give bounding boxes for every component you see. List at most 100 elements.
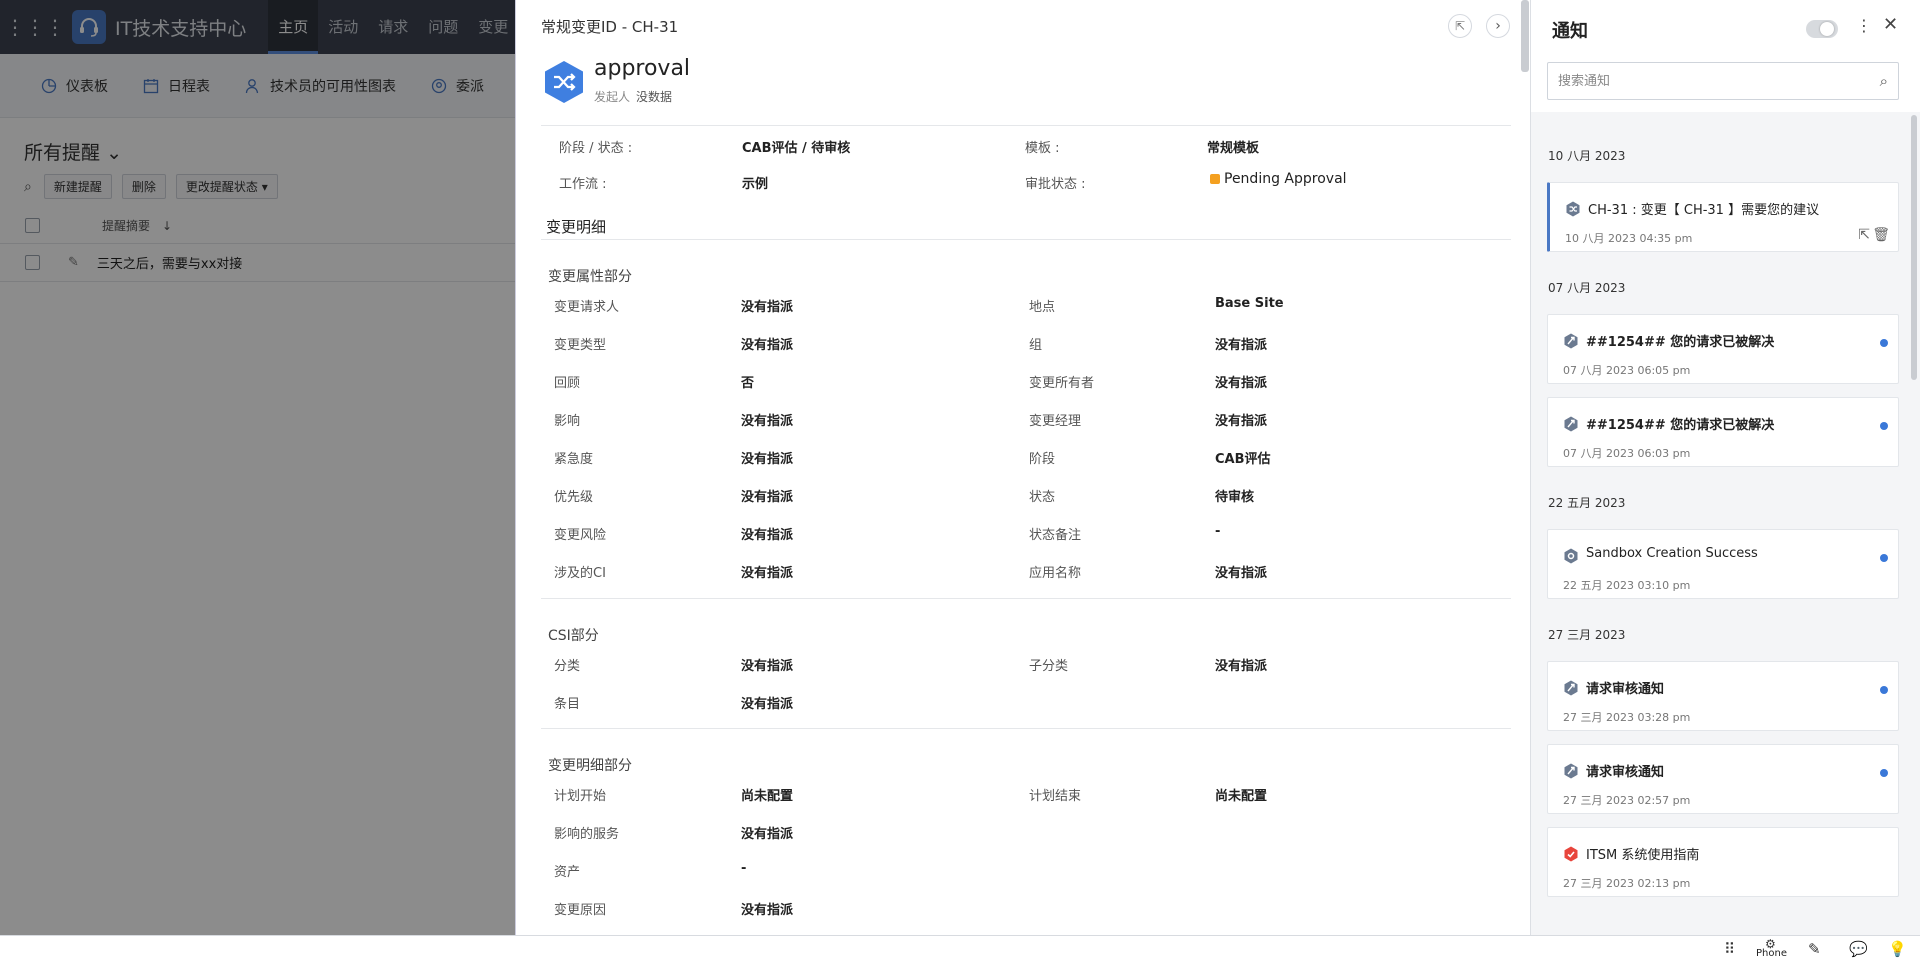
field-label: 状态备注 bbox=[1029, 528, 1082, 543]
change-shuffle-icon bbox=[545, 61, 583, 103]
notification-title[interactable]: CH-31 : 变更【 CH-31 】需要您的建议 bbox=[1588, 199, 1819, 218]
field-label: 条目 bbox=[554, 697, 581, 712]
search-icon[interactable]: ⌕ bbox=[1880, 72, 1888, 90]
notification-search: ⌕ bbox=[1547, 62, 1899, 100]
detail-section-title: 变更明细部分 bbox=[548, 758, 632, 774]
change-icon bbox=[1565, 201, 1581, 217]
requester-label: 发起人 bbox=[594, 90, 631, 104]
workflow-value[interactable]: 示例 bbox=[742, 173, 768, 192]
field-label: 分类 bbox=[554, 659, 581, 674]
open-in-new-window-icon[interactable]: ⇱ bbox=[1858, 227, 1870, 243]
notification-title: 通知 bbox=[1552, 21, 1588, 42]
notification-card[interactable]: ##1254## 您的请求已被解决 07 八月 2023 06:05 pm bbox=[1547, 314, 1899, 384]
next-arrow-icon[interactable]: › bbox=[1486, 14, 1510, 38]
chat-icon[interactable]: 💬 bbox=[1849, 940, 1868, 958]
close-icon[interactable]: ✕ bbox=[1883, 14, 1898, 35]
field-label: 涉及的CI bbox=[554, 566, 606, 581]
field-value: 没有指派 bbox=[741, 490, 794, 505]
request-icon bbox=[1563, 333, 1579, 349]
template-value: 常规模板 bbox=[1207, 141, 1260, 156]
field-label: 变更类型 bbox=[554, 338, 607, 353]
notification-panel: 通知 ⋮ ✕ ⌕ 10 八月 2023 CH-31 : 变更【 CH-31 】需要… bbox=[1530, 0, 1920, 935]
field-value: 没有指派 bbox=[741, 697, 794, 712]
field-label: 应用名称 bbox=[1029, 566, 1082, 581]
requester-line: 发起人 没数据 bbox=[594, 88, 672, 105]
notification-title[interactable]: 请求审核通知 bbox=[1586, 678, 1664, 697]
notification-date-heading: 10 八月 2023 bbox=[1548, 149, 1626, 163]
scrollbar[interactable] bbox=[1521, 0, 1529, 72]
notification-title[interactable]: 请求审核通知 bbox=[1586, 761, 1664, 780]
notification-card[interactable]: 请求审核通知 27 三月 2023 03:28 pm bbox=[1547, 661, 1899, 731]
dialpad-icon[interactable]: ⠿ bbox=[1724, 940, 1735, 958]
field-value: - bbox=[741, 861, 747, 876]
unread-dot bbox=[1880, 554, 1888, 562]
field-value: 没有指派 bbox=[741, 528, 794, 543]
field-value: Base Site bbox=[1215, 296, 1284, 311]
notification-title[interactable]: ITSM 系统使用指南 bbox=[1586, 844, 1699, 863]
notification-toggle[interactable] bbox=[1806, 20, 1838, 38]
field-label: 变更原因 bbox=[554, 903, 607, 918]
notification-card[interactable]: 请求审核通知 27 三月 2023 02:57 pm bbox=[1547, 744, 1899, 814]
field-value: 没有指派 bbox=[1215, 414, 1268, 429]
notification-time: 07 八月 2023 06:05 pm bbox=[1563, 364, 1691, 377]
field-label: 地点 bbox=[1029, 300, 1056, 315]
notification-time: 27 三月 2023 02:57 pm bbox=[1563, 794, 1691, 807]
notification-time: 27 三月 2023 03:28 pm bbox=[1563, 711, 1691, 724]
notification-time: 10 八月 2023 04:35 pm bbox=[1565, 232, 1693, 245]
divider bbox=[541, 239, 1511, 240]
notification-title[interactable]: ##1254## 您的请求已被解决 bbox=[1586, 414, 1774, 433]
divider bbox=[541, 728, 1511, 729]
divider bbox=[541, 598, 1511, 599]
unread-dot bbox=[1880, 422, 1888, 430]
field-label: 影响 bbox=[554, 414, 581, 429]
divider bbox=[541, 125, 1511, 126]
search-input[interactable] bbox=[1548, 63, 1848, 99]
requester-value: 没数据 bbox=[636, 90, 673, 104]
field-label: 变更风险 bbox=[554, 528, 607, 543]
field-label: 变更经理 bbox=[1029, 414, 1082, 429]
field-label: 变更所有者 bbox=[1029, 376, 1095, 391]
stage-status-value[interactable]: CAB评估 / 待审核 bbox=[742, 137, 850, 156]
notification-card[interactable]: ##1254## 您的请求已被解决 07 八月 2023 06:03 pm bbox=[1547, 397, 1899, 467]
section-title: 变更明细 bbox=[546, 218, 607, 236]
stage-status-label: 阶段 / 状态 : bbox=[559, 141, 633, 156]
trash-icon[interactable]: 🗑 bbox=[1872, 227, 1890, 243]
field-value: 没有指派 bbox=[1215, 566, 1268, 581]
field-label: 组 bbox=[1029, 338, 1043, 353]
notification-title[interactable]: Sandbox Creation Success bbox=[1586, 546, 1758, 561]
field-label: 变更请求人 bbox=[554, 300, 620, 315]
phone-label[interactable]: Phone bbox=[1756, 948, 1787, 959]
field-label: 计划开始 bbox=[554, 789, 607, 804]
more-options-icon[interactable]: ⋮ bbox=[1856, 16, 1872, 35]
unread-dot bbox=[1880, 339, 1888, 347]
field-value: 没有指派 bbox=[741, 338, 794, 353]
scrollbar[interactable] bbox=[1911, 115, 1917, 380]
request-icon bbox=[1563, 416, 1579, 432]
field-label: 影响的服务 bbox=[554, 827, 620, 842]
change-detail-panel: 常规变更ID - CH-31 ⇱ › approval 发起人 没数据 阶段 / … bbox=[515, 0, 1530, 935]
field-label: 优先级 bbox=[554, 490, 594, 505]
csi-section-title: CSI部分 bbox=[548, 628, 599, 644]
notification-card[interactable]: Sandbox Creation Success 22 五月 2023 03:10… bbox=[1547, 529, 1899, 599]
request-icon bbox=[1563, 763, 1579, 779]
notification-time: 27 三月 2023 02:13 pm bbox=[1563, 877, 1691, 890]
field-value: 没有指派 bbox=[1215, 338, 1268, 353]
notification-title[interactable]: ##1254## 您的请求已被解决 bbox=[1586, 331, 1774, 350]
open-in-new-window-icon[interactable]: ⇱ bbox=[1448, 14, 1472, 38]
field-value: 没有指派 bbox=[1215, 376, 1268, 391]
notification-card[interactable]: ITSM 系统使用指南 27 三月 2023 02:13 pm bbox=[1547, 827, 1899, 897]
approval-status: Pending Approval bbox=[1210, 171, 1347, 187]
notification-card[interactable]: CH-31 : 变更【 CH-31 】需要您的建议 10 八月 2023 04:3… bbox=[1547, 182, 1899, 252]
notification-time: 07 八月 2023 06:03 pm bbox=[1563, 447, 1691, 460]
pending-status-dot bbox=[1210, 174, 1220, 184]
change-id-title: 常规变更ID - CH-31 bbox=[541, 18, 679, 36]
field-value: 没有指派 bbox=[741, 414, 794, 429]
notification-date-heading: 07 八月 2023 bbox=[1548, 281, 1626, 295]
edit-note-icon[interactable]: ✎ bbox=[1808, 940, 1821, 958]
field-value: 没有指派 bbox=[741, 566, 794, 581]
unread-dot bbox=[1880, 686, 1888, 694]
lightbulb-icon[interactable]: 💡 bbox=[1888, 940, 1907, 958]
notification-header: 通知 ⋮ ✕ ⌕ bbox=[1531, 0, 1920, 112]
field-value: 尚未配置 bbox=[741, 789, 794, 804]
field-value: 否 bbox=[741, 376, 755, 391]
